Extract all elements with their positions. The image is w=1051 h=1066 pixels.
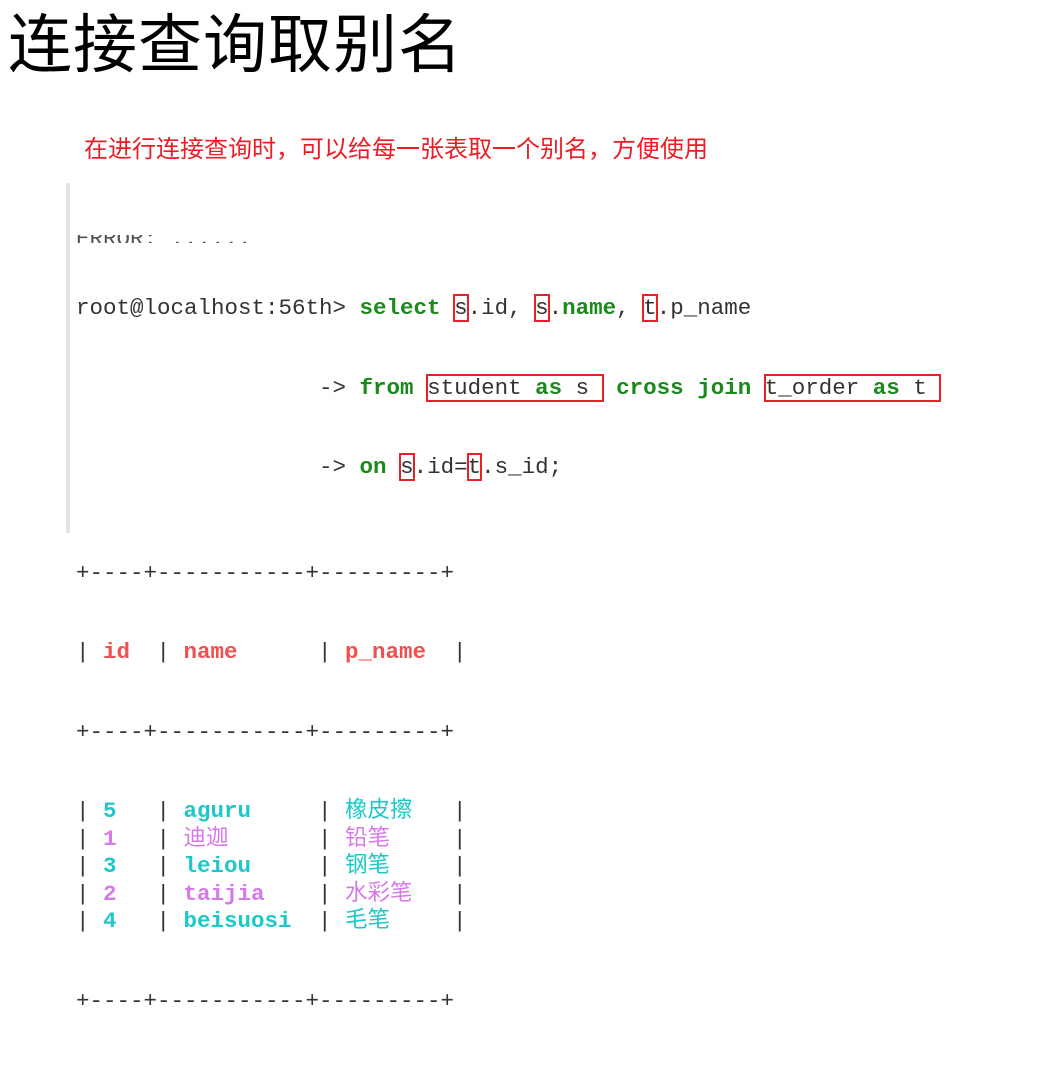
query-text: .s_id;: [481, 454, 563, 480]
cell-name: 迪迦: [183, 825, 229, 852]
table-header-row: | id | name | p_name |: [76, 639, 467, 665]
cell-p-name: 水彩笔: [345, 880, 413, 907]
query-text: .: [548, 295, 563, 321]
keyword-from: from: [359, 374, 414, 401]
cell-p-name: 橡皮擦: [345, 798, 413, 824]
query-line-2: -> from student as s cross join t_order …: [76, 373, 942, 403]
continuation-prompt: ->: [76, 374, 360, 401]
alias-name: t: [899, 374, 927, 401]
cell-name: leiou: [183, 853, 252, 879]
table-alias-highlight-t-order: t_order as t: [763, 373, 942, 402]
prompt: root@localhost:56th>: [76, 295, 360, 321]
table-alias-highlight-student: student as s: [426, 373, 604, 402]
keyword-select: select: [359, 295, 441, 321]
table-body: | 5 | aguru | 橡皮擦 | | 1 | 迪迦 | 铅笔 | | 3 | le…: [76, 798, 940, 936]
cell-id: 1: [103, 825, 117, 852]
terminal-output: ERROR: ...... root@localhost:56th> selec…: [66, 183, 1051, 1014]
continuation-prompt: ->: [76, 454, 360, 480]
cell-id: 4: [103, 908, 117, 934]
keyword-as: as: [535, 374, 563, 401]
table-row: | 3 | leiou | 钢笔 |: [76, 853, 467, 879]
alias-highlight: s: [453, 294, 469, 322]
cell-p-name: 毛笔: [345, 908, 391, 934]
table-name: t_order: [764, 374, 873, 401]
table-border-mid: +----+-----------+---------+: [76, 718, 455, 745]
alias-highlight: s: [534, 294, 550, 322]
table-border-top: +----+-----------+---------+: [76, 559, 455, 586]
slide-note: 在进行连接查询时，可以给每一张表取一个别名，方便使用: [84, 135, 708, 163]
alias-name: s: [562, 374, 590, 401]
cell-name: aguru: [183, 798, 252, 824]
cell-p-name: 钢笔: [345, 853, 391, 879]
table-row: | 1 | 迪迦 | 铅笔 |: [76, 825, 467, 852]
query-line-3: -> on s.id=t.s_id;: [76, 453, 940, 482]
cell-id: 3: [103, 853, 117, 879]
alias-highlight: t: [642, 294, 658, 322]
cell-id: 2: [103, 880, 117, 907]
keyword-as: as: [872, 374, 900, 401]
slide-title: 连接查询取别名: [8, 9, 463, 83]
column-header-id: id: [103, 639, 131, 665]
query-line-1: root@localhost:56th> select s.id, s.name…: [76, 294, 940, 323]
table-border-bottom: +----+-----------+---------+: [76, 987, 455, 1014]
cell-name: beisuosi: [183, 908, 292, 934]
query-text: .id=: [413, 454, 468, 480]
table-row: | 2 | taijia | 水彩笔 |: [76, 880, 467, 907]
column-header-p-name: p_name: [345, 639, 427, 665]
alias-highlight: s: [399, 453, 415, 481]
query-text: ,: [616, 295, 644, 321]
keyword-on: on: [359, 454, 387, 480]
cell-id: 5: [103, 798, 117, 824]
cell-name: taijia: [183, 880, 265, 907]
table-row: | 5 | aguru | 橡皮擦 |: [76, 798, 467, 824]
query-text: .p_name: [656, 295, 752, 321]
table-row: | 4 | beisuosi | 毛笔 |: [76, 908, 467, 934]
cell-p-name: 铅笔: [345, 825, 391, 852]
table-name: student: [427, 374, 536, 401]
keyword-join: join: [697, 374, 752, 401]
terminal-text: ERROR: ...... root@localhost:56th> selec…: [76, 183, 942, 1066]
keyword-cross: cross: [616, 374, 684, 401]
previous-output-line: ERROR: ......: [76, 235, 940, 243]
alias-highlight: t: [466, 453, 483, 481]
column-header-name: name: [183, 639, 238, 665]
keyword-name: name: [562, 295, 617, 321]
query-text: .id,: [467, 295, 536, 321]
